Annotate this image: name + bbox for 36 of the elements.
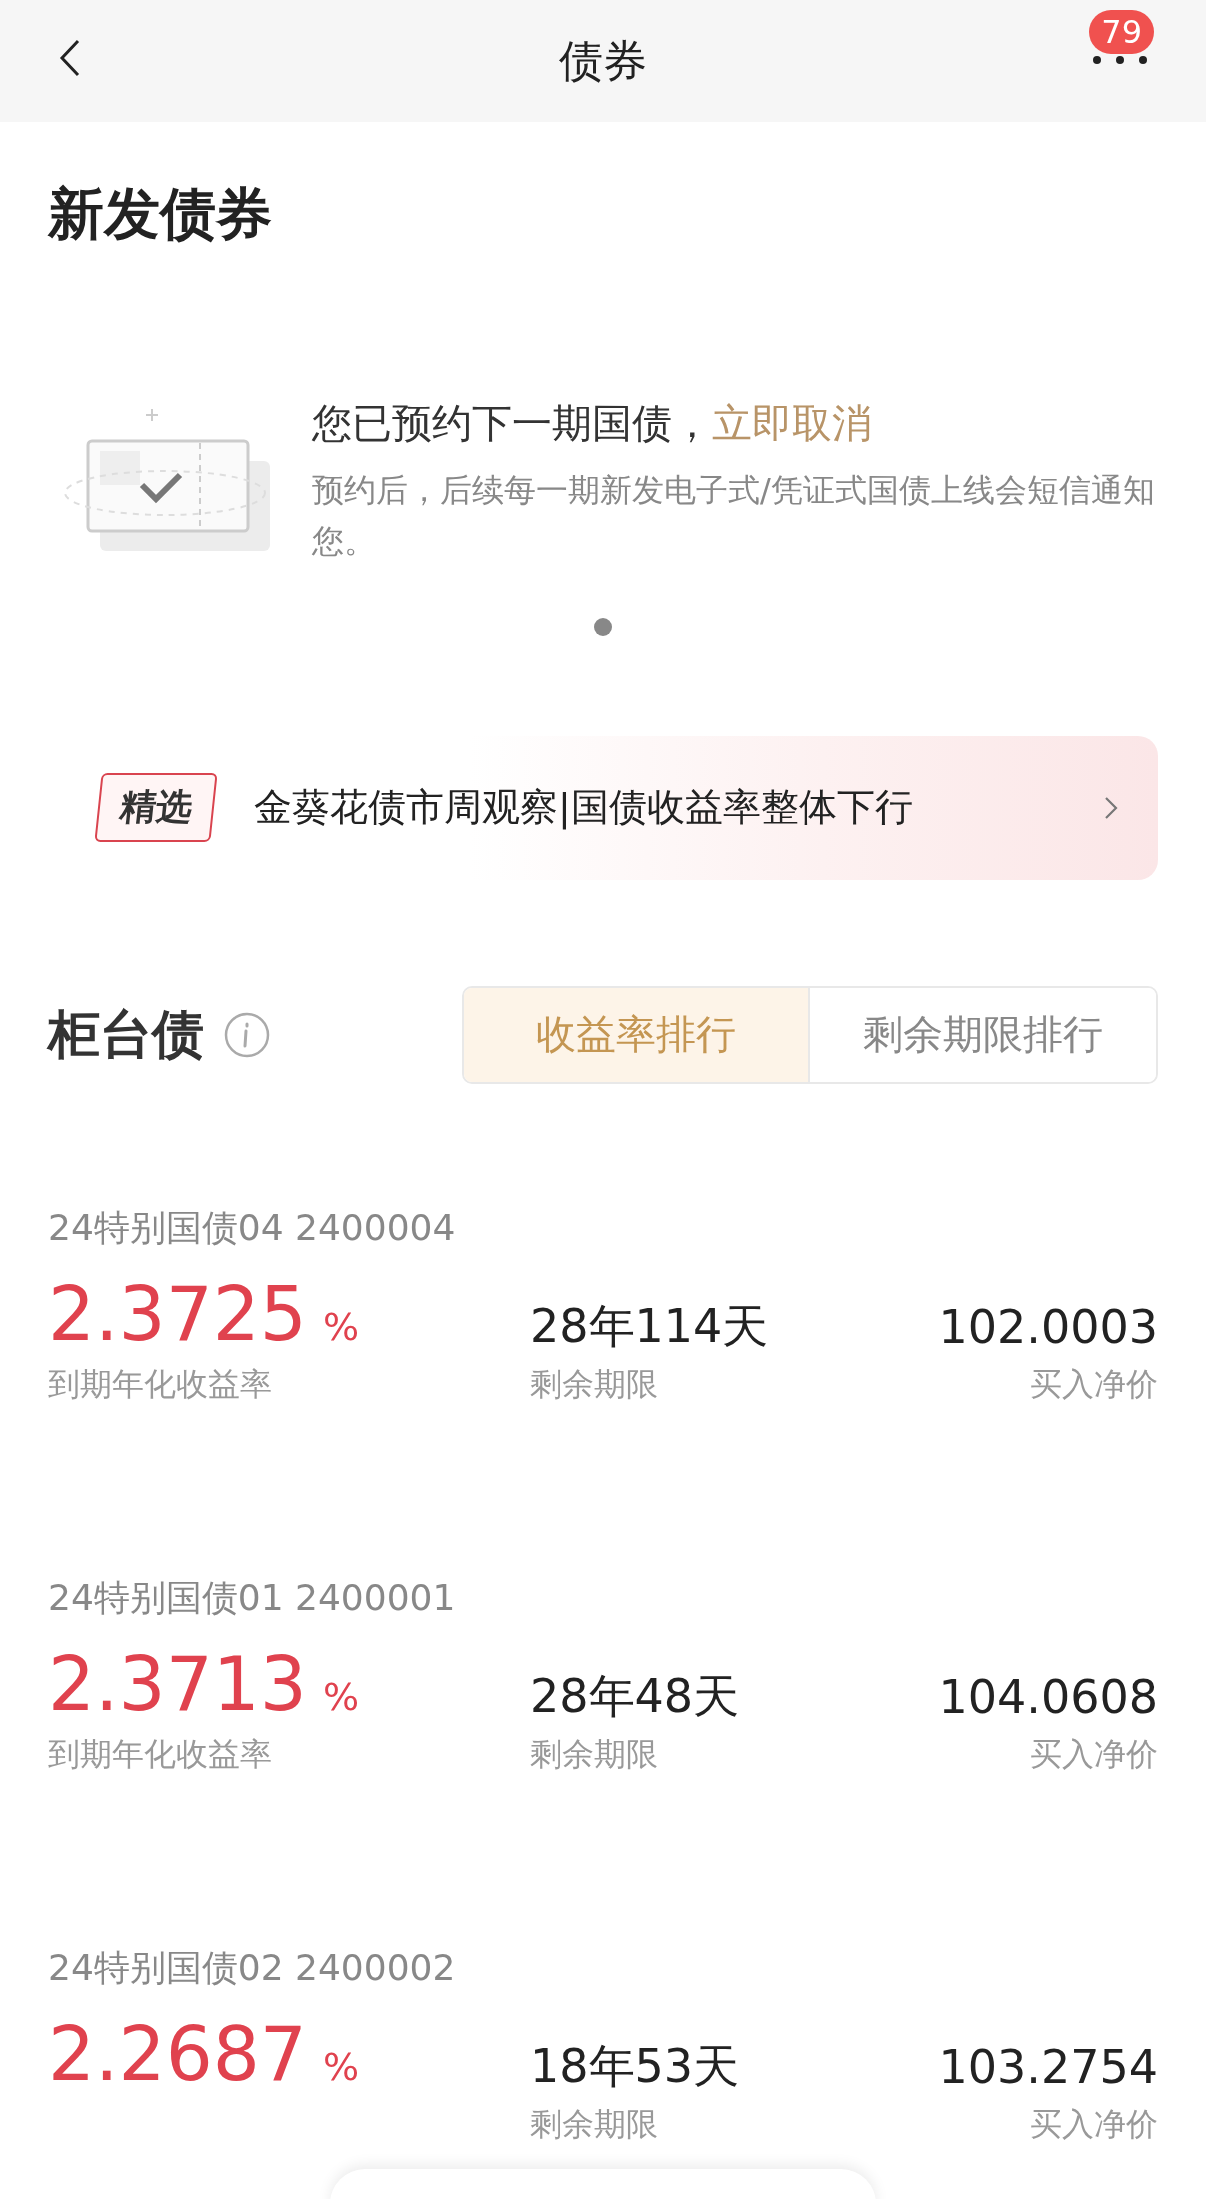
yield-label: 到期年化收益率 [48, 1733, 273, 1775]
term-label: 剩余期限 [530, 1363, 659, 1405]
remaining-term: 28年48天 [530, 1667, 741, 1725]
term-label: 剩余期限 [530, 1733, 659, 1775]
chevron-right-icon [1104, 795, 1118, 820]
featured-tag: 精选 [94, 773, 218, 843]
yield-label: 到期年化收益率 [48, 1363, 273, 1405]
bond-name: 24特别国债01 2400001 [48, 1575, 457, 1620]
sort-tab[interactable]: 收益率排行 [464, 987, 810, 1082]
more-icon[interactable] [1092, 55, 1148, 65]
section-title: 新发债券 [48, 180, 273, 248]
cancel-link[interactable]: 立即取消 [712, 400, 872, 447]
net-price: 102.0003 [938, 1298, 1158, 1356]
yield-value: 2.3713 [48, 1646, 307, 1721]
bond-name: 24特别国债04 2400004 [48, 1205, 457, 1250]
remaining-term: 28年114天 [530, 1297, 770, 1355]
page-title: 债券 [559, 33, 647, 88]
percent-sign: % [322, 1674, 360, 1719]
yield-value: 2.2687 [48, 2016, 307, 2091]
remaining-term: 18年53天 [530, 2037, 741, 2095]
net-price: 104.0608 [938, 1668, 1158, 1726]
yield-value: 2.3725 [48, 1276, 307, 1351]
net-price: 103.2754 [938, 2038, 1158, 2096]
section-title: 柜台债 [48, 1002, 204, 1066]
percent-sign: % [322, 2044, 360, 2089]
price-label: 买入净价 [1030, 2103, 1158, 2145]
price-label: 买入净价 [1030, 1363, 1158, 1405]
back-icon[interactable] [58, 38, 82, 78]
reservation-message: 您已预约下一期国债，立即取消 [312, 399, 873, 449]
notification-badge: 79 [1089, 10, 1154, 54]
reservation-description: 预约后，后续每一期新发电子式/凭证式国债上线会短信通知您。 [312, 470, 1156, 563]
term-label: 剩余期限 [530, 2103, 659, 2145]
bond-name: 24特别国债02 2400002 [48, 1945, 457, 1990]
percent-sign: % [322, 1304, 360, 1349]
news-headline: 金葵花债市周观察|国债收益率整体下行 [254, 784, 914, 832]
price-label: 买入净价 [1030, 1733, 1158, 1775]
